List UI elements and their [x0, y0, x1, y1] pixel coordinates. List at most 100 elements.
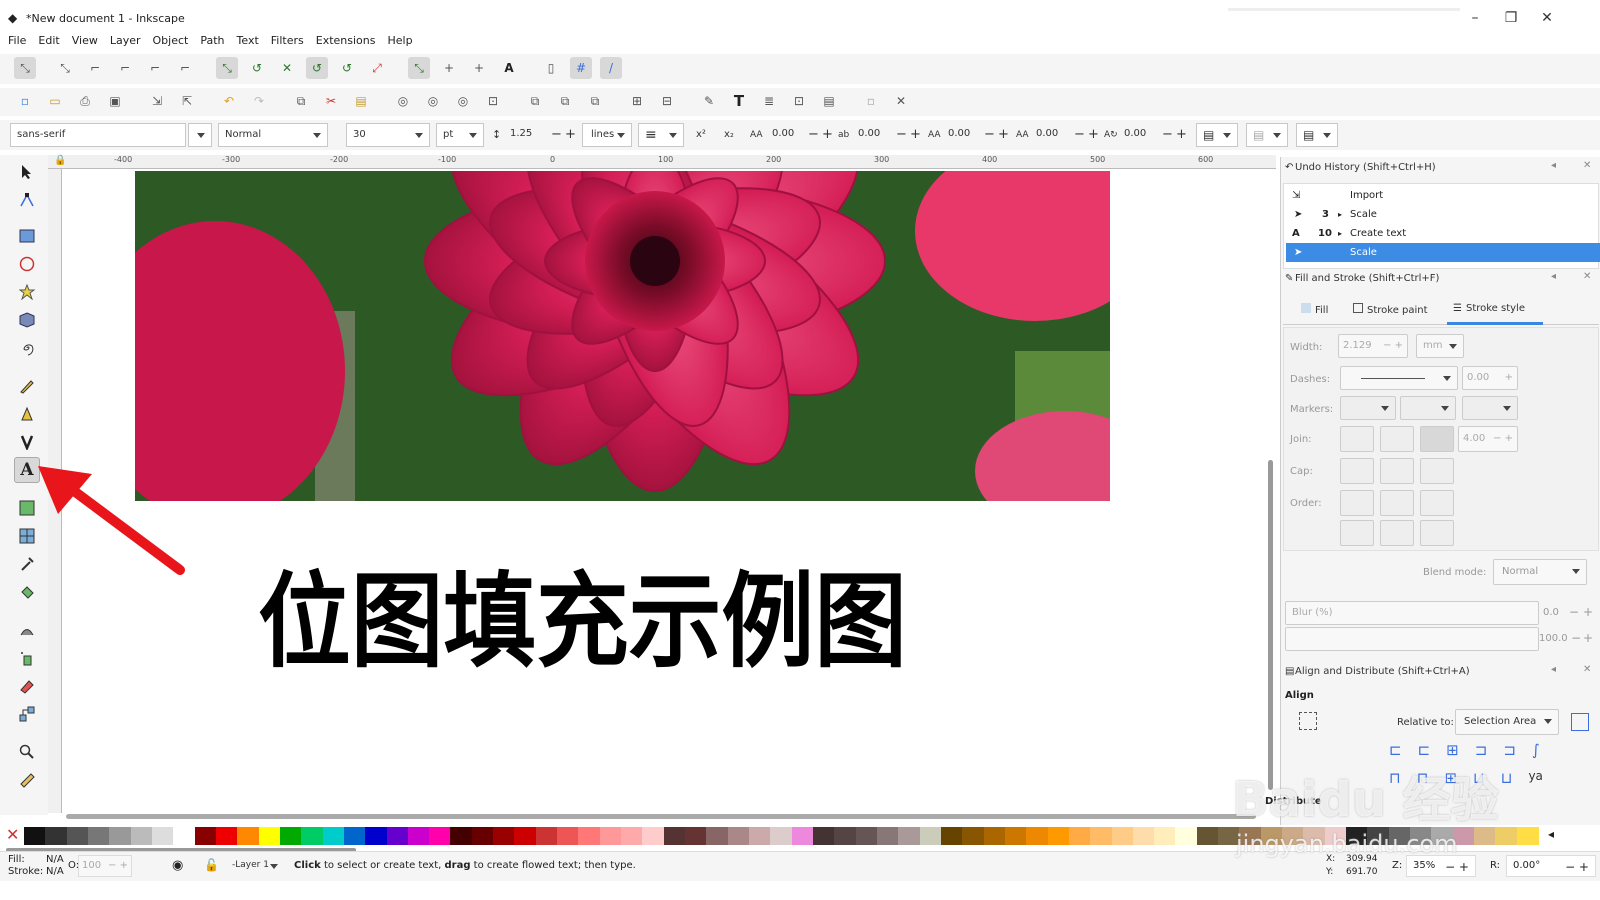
color-swatch[interactable]: [812, 827, 835, 845]
stroke-width-input[interactable]: 2.129− +: [1338, 334, 1408, 358]
rotation-input[interactable]: 0.00: [1118, 123, 1158, 147]
export-icon[interactable]: ⇱: [176, 90, 198, 112]
connector-tool-icon[interactable]: [14, 701, 40, 727]
zoom-spin[interactable]: 35% − +: [1406, 855, 1476, 877]
color-swatch[interactable]: [1047, 827, 1070, 845]
color-swatch[interactable]: [1154, 827, 1177, 845]
minimize-button[interactable]: –: [1460, 8, 1490, 28]
word-spacing-plus[interactable]: +: [910, 123, 921, 147]
expander-icon[interactable]: ▸: [1338, 224, 1342, 243]
spacing-mode-select[interactable]: lines: [582, 123, 632, 147]
color-swatch[interactable]: [685, 827, 708, 845]
pencil-tool-icon[interactable]: [14, 373, 40, 399]
layer-lock-icon[interactable]: 🔓: [204, 858, 219, 872]
superscript-icon[interactable]: x²: [696, 123, 706, 147]
menu-text[interactable]: Text: [231, 32, 265, 50]
font-family-input[interactable]: sans-serif: [10, 123, 186, 147]
color-swatch[interactable]: [386, 827, 409, 845]
letter-spacing-plus[interactable]: +: [822, 123, 833, 147]
expander-icon[interactable]: ▸: [1338, 205, 1342, 224]
letter-spacing-input[interactable]: 0.00: [766, 123, 806, 147]
tab-fill[interactable]: Fill: [1301, 303, 1328, 316]
order-markers-stroke-fill-icon[interactable]: [1420, 520, 1454, 546]
duplicate-icon[interactable]: ⧉: [524, 90, 546, 112]
pen-tool-icon[interactable]: [14, 401, 40, 427]
undo-icon[interactable]: ↶: [218, 90, 240, 112]
font-unit-select[interactable]: pt: [436, 123, 484, 147]
opacity-minus[interactable]: −: [1571, 631, 1581, 645]
new-document-icon[interactable]: ▫: [14, 90, 36, 112]
fill-stroke-icon[interactable]: ✎: [698, 90, 720, 112]
color-swatch[interactable]: [130, 827, 153, 845]
miter-limit-input[interactable]: 4.00− +: [1458, 426, 1518, 452]
color-swatch[interactable]: [279, 827, 302, 845]
color-swatch[interactable]: [898, 827, 921, 845]
color-swatch[interactable]: [1026, 827, 1049, 845]
cut-icon[interactable]: ✂: [320, 90, 342, 112]
color-swatch[interactable]: [87, 827, 110, 845]
menu-help[interactable]: Help: [381, 32, 418, 50]
zoom-page-icon[interactable]: ◎: [452, 90, 474, 112]
opacity-slider[interactable]: [1285, 627, 1539, 651]
color-swatch[interactable]: [429, 827, 452, 845]
fill-stroke-collapse-icon[interactable]: ◂: [1551, 271, 1556, 282]
order-stroke-markers-fill-icon[interactable]: [1380, 520, 1414, 546]
measure-tool-icon[interactable]: [14, 767, 40, 793]
close-button[interactable]: ✕: [1532, 8, 1562, 28]
dash-pattern-select[interactable]: [1340, 366, 1458, 390]
color-swatch[interactable]: [557, 827, 580, 845]
color-swatch[interactable]: [834, 827, 857, 845]
ellipse-tool-icon[interactable]: [14, 251, 40, 277]
ungroup-icon[interactable]: ⊟: [656, 90, 678, 112]
relative-to-select[interactable]: Selection Area: [1455, 709, 1559, 735]
import-icon[interactable]: ⇲: [146, 90, 168, 112]
word-spacing-input[interactable]: 0.00: [852, 123, 892, 147]
snap-bbox-icon[interactable]: ⤡: [54, 57, 76, 79]
3d-box-tool-icon[interactable]: [14, 307, 40, 333]
color-swatch[interactable]: [1068, 827, 1091, 845]
snap-object-center-icon[interactable]: +: [438, 57, 460, 79]
align-text-anchor-icon[interactable]: ∫: [1532, 741, 1540, 765]
tweak-tool-icon[interactable]: [14, 617, 40, 643]
font-family-dropdown[interactable]: [188, 123, 212, 147]
blur-plus[interactable]: +: [1583, 605, 1593, 619]
join-bevel-icon[interactable]: [1340, 426, 1374, 452]
spiral-tool-icon[interactable]: [14, 335, 40, 361]
stroke-unit-select[interactable]: mm: [1416, 334, 1464, 358]
menu-extensions[interactable]: Extensions: [310, 32, 382, 50]
line-spacing-minus[interactable]: −: [551, 123, 562, 147]
align-move-as-group-icon[interactable]: [1571, 713, 1589, 731]
stroke-indicator-value[interactable]: N/A: [46, 866, 64, 877]
snap-line-mid-icon[interactable]: ⤢: [366, 57, 388, 79]
color-swatch[interactable]: [194, 827, 217, 845]
canvas-text-object[interactable]: 位图填充示例图: [258, 538, 907, 687]
order-markers-fill-stroke-icon[interactable]: [1340, 520, 1374, 546]
color-swatch[interactable]: [727, 827, 750, 845]
snap-toggle-icon[interactable]: ⤡: [14, 57, 36, 79]
paste-icon[interactable]: ▤: [350, 90, 372, 112]
color-swatch[interactable]: [855, 827, 878, 845]
snap-guide-icon[interactable]: /: [600, 57, 622, 79]
cap-round-icon[interactable]: [1380, 458, 1414, 484]
mid-marker-select[interactable]: [1400, 396, 1456, 420]
color-swatch[interactable]: [407, 827, 430, 845]
writing-mode-select[interactable]: ▤: [1196, 123, 1238, 147]
menu-layer[interactable]: Layer: [104, 32, 147, 50]
snap-edge-icon[interactable]: ⌐: [84, 57, 106, 79]
menu-path[interactable]: Path: [194, 32, 230, 50]
color-swatch[interactable]: [450, 827, 473, 845]
align-right-edges-icon[interactable]: ⊐: [1503, 741, 1516, 765]
color-swatch[interactable]: [514, 827, 537, 845]
dash-offset-input[interactable]: 0.00 +: [1462, 366, 1518, 390]
lock-guides-icon[interactable]: 🔒: [54, 155, 66, 166]
rotation-minus[interactable]: −: [1162, 123, 1173, 147]
snap-page-icon[interactable]: ▯: [540, 57, 562, 79]
redo-icon[interactable]: ↷: [248, 90, 270, 112]
snap-grid-icon[interactable]: #: [570, 57, 592, 79]
color-swatch[interactable]: [749, 827, 771, 845]
tab-stroke-paint[interactable]: Stroke paint: [1353, 303, 1428, 316]
color-swatch[interactable]: [343, 827, 366, 845]
align-top-edges-icon[interactable]: ⊔: [1501, 769, 1513, 793]
history-row[interactable]: ⇲ Import: [1286, 186, 1600, 205]
current-layer-select[interactable]: -Layer 1: [226, 855, 284, 877]
